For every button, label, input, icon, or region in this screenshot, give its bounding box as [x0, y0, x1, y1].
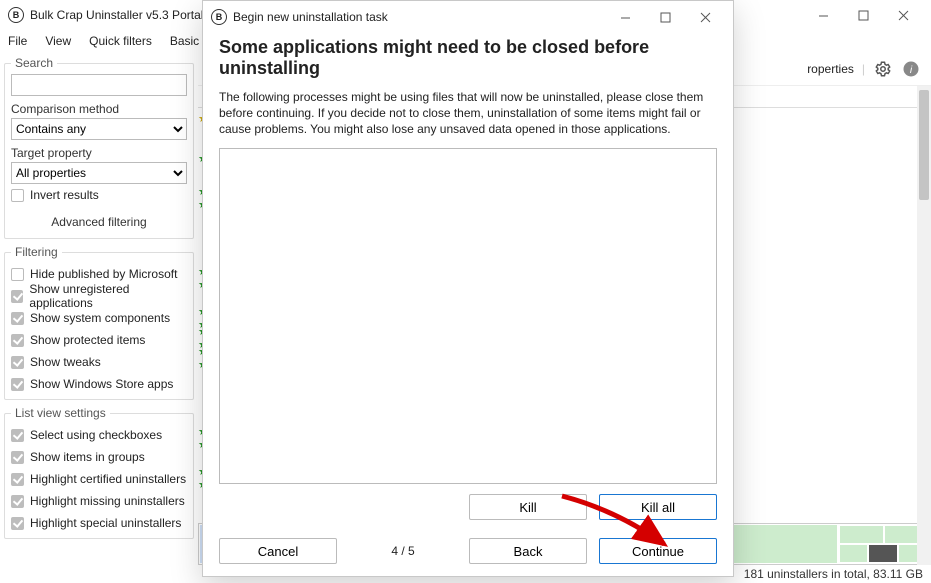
menu-file[interactable]: File	[8, 34, 27, 48]
dialog-title: Begin new uninstallation task	[233, 10, 388, 24]
comparison-combo[interactable]: Contains any	[11, 118, 187, 140]
dialog-titlebar: B Begin new uninstallation task	[203, 1, 733, 33]
listview-item-checkbox[interactable]: Show items in groups	[11, 446, 187, 468]
listview-item-checkbox[interactable]: Select using checkboxes	[11, 424, 187, 446]
process-list[interactable]	[219, 148, 717, 484]
kill-button[interactable]: Kill	[469, 494, 587, 520]
filtering-item-checkbox[interactable]: Show tweaks	[11, 351, 187, 373]
search-group: Search Comparison method Contains any Ta…	[4, 56, 194, 239]
filtering-item-checkbox[interactable]: Show protected items	[11, 329, 187, 351]
menu-quick-filters[interactable]: Quick filters	[89, 34, 152, 48]
target-label: Target property	[11, 146, 187, 160]
advanced-filtering-button[interactable]: Advanced filtering	[11, 210, 187, 234]
dialog-description: The following processes might be using f…	[219, 89, 717, 138]
search-legend: Search	[11, 56, 57, 70]
filtering-item-checkbox[interactable]: Show unregistered applications	[11, 285, 187, 307]
info-icon[interactable]: i	[901, 59, 921, 79]
dialog-heading: Some applications might need to be close…	[219, 37, 717, 79]
listview-item-checkbox[interactable]: Highlight certified uninstallers	[11, 468, 187, 490]
back-button[interactable]: Back	[469, 538, 587, 564]
properties-button[interactable]: roperties	[807, 62, 854, 76]
filtering-legend: Filtering	[11, 245, 62, 259]
menu-view[interactable]: View	[45, 34, 71, 48]
filtering-group: Filtering Hide published by MicrosoftSho…	[4, 245, 194, 400]
window-title: Bulk Crap Uninstaller v5.3 Portab	[30, 8, 207, 22]
dialog-logo-icon: B	[211, 9, 227, 25]
left-panel: Search Comparison method Contains any Ta…	[0, 52, 198, 565]
close-button[interactable]	[883, 0, 923, 30]
listview-item-checkbox[interactable]: Highlight missing uninstallers	[11, 490, 187, 512]
wizard-progress: 4 / 5	[349, 544, 457, 558]
dialog-maximize-button[interactable]	[645, 2, 685, 32]
uninstall-wizard-dialog: B Begin new uninstallation task Some app…	[202, 0, 734, 577]
listview-legend: List view settings	[11, 406, 110, 420]
dialog-close-button[interactable]	[685, 2, 725, 32]
gear-icon[interactable]	[873, 59, 893, 79]
target-combo[interactable]: All properties	[11, 162, 187, 184]
invert-results-checkbox[interactable]: Invert results	[11, 184, 187, 206]
search-input[interactable]	[11, 74, 187, 96]
cancel-button[interactable]: Cancel	[219, 538, 337, 564]
kill-all-button[interactable]: Kill all	[599, 494, 717, 520]
status-bar: 181 uninstallers in total, 83.11 GB	[744, 565, 923, 583]
dialog-minimize-button[interactable]	[605, 2, 645, 32]
listview-group: List view settings Select using checkbox…	[4, 406, 194, 539]
minimize-button[interactable]	[803, 0, 843, 30]
filtering-item-checkbox[interactable]: Show Windows Store apps	[11, 373, 187, 395]
listview-item-checkbox[interactable]: Highlight special uninstallers	[11, 512, 187, 534]
comparison-label: Comparison method	[11, 102, 187, 116]
app-logo-icon: B	[8, 7, 24, 23]
vertical-scrollbar[interactable]	[917, 86, 931, 565]
continue-button[interactable]: Continue	[599, 538, 717, 564]
menu-basic[interactable]: Basic	[170, 34, 199, 48]
filtering-item-checkbox[interactable]: Show system components	[11, 307, 187, 329]
maximize-button[interactable]	[843, 0, 883, 30]
